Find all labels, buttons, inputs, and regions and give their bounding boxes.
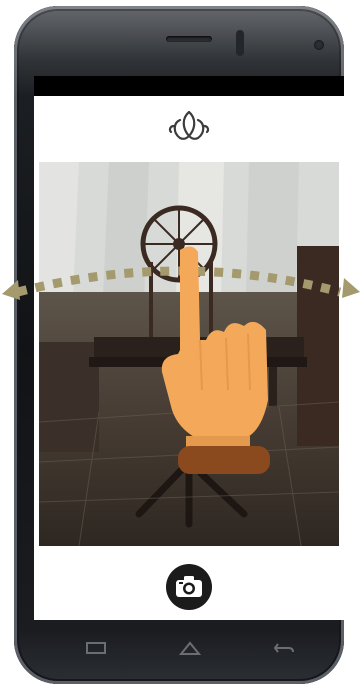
status-bar bbox=[34, 76, 344, 96]
front-camera bbox=[314, 40, 324, 50]
home-icon[interactable] bbox=[178, 640, 202, 656]
shutter-button[interactable] bbox=[166, 564, 212, 610]
lotus-leaf-icon bbox=[168, 110, 210, 140]
back-icon[interactable] bbox=[272, 640, 296, 656]
arrow-left-icon bbox=[2, 280, 20, 300]
arrow-right-icon bbox=[342, 278, 360, 298]
proximity-sensor bbox=[236, 30, 244, 56]
pointing-hand-icon bbox=[161, 246, 270, 474]
earpiece-speaker bbox=[166, 36, 212, 42]
camera-icon bbox=[176, 576, 202, 597]
recent-apps-icon[interactable] bbox=[84, 640, 108, 656]
